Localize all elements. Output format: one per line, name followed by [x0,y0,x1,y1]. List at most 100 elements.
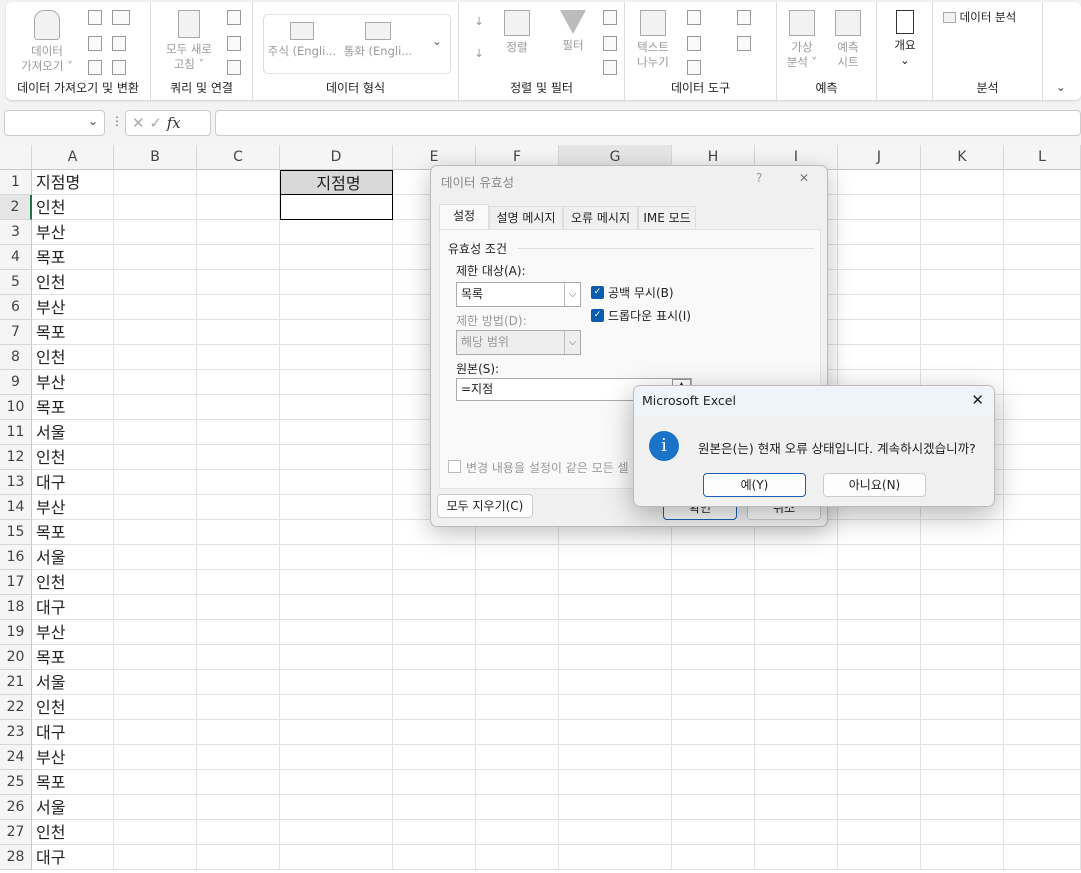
cell-D3[interactable] [280,220,393,245]
tab-settings[interactable]: 설정 [439,204,489,230]
cell-J18[interactable] [838,595,921,620]
cell-K26[interactable] [921,795,1004,820]
row-header-24[interactable]: 24 [0,745,32,770]
cell-F24[interactable] [476,745,559,770]
cell-J20[interactable] [838,645,921,670]
cell-L21[interactable] [1004,670,1081,695]
cell-B16[interactable] [114,545,197,570]
row-header-1[interactable]: 1 [0,170,32,195]
cell-J25[interactable] [838,770,921,795]
cell-C10[interactable] [197,395,280,420]
sort-asc-icon[interactable]: ↓ [469,14,489,29]
cell-J7[interactable] [838,320,921,345]
cell-B11[interactable] [114,420,197,445]
cell-C11[interactable] [197,420,280,445]
cell-I16[interactable] [755,545,838,570]
cell-K15[interactable] [921,520,1004,545]
cell-L6[interactable] [1004,295,1081,320]
cell-F19[interactable] [476,620,559,645]
cell-D11[interactable] [280,420,393,445]
row-header-21[interactable]: 21 [0,670,32,695]
cell-D1[interactable]: 지점명 [280,170,393,195]
sort-button[interactable]: 정렬 [499,10,535,55]
cell-L18[interactable] [1004,595,1081,620]
cell-L10[interactable] [1004,395,1081,420]
cell-C24[interactable] [197,745,280,770]
cell-B13[interactable] [114,470,197,495]
cell-A15[interactable]: 목포 [32,520,114,545]
flash-fill-icon[interactable] [687,10,701,25]
cell-H19[interactable] [672,620,755,645]
cell-L16[interactable] [1004,545,1081,570]
cell-G21[interactable] [559,670,672,695]
cell-K4[interactable] [921,245,1004,270]
cell-L23[interactable] [1004,720,1081,745]
cell-D6[interactable] [280,295,393,320]
cell-C12[interactable] [197,445,280,470]
cell-H21[interactable] [672,670,755,695]
cell-J27[interactable] [838,820,921,845]
cell-L27[interactable] [1004,820,1081,845]
cell-I23[interactable] [755,720,838,745]
sort-desc-icon[interactable]: ↓ [469,46,489,61]
allow-select[interactable]: 목록 ⌵ [456,282,581,307]
cell-C4[interactable] [197,245,280,270]
row-header-3[interactable]: 3 [0,220,32,245]
cell-D18[interactable] [280,595,393,620]
remove-duplicates-icon[interactable] [687,36,701,51]
cell-D13[interactable] [280,470,393,495]
cell-A12[interactable]: 인천 [32,445,114,470]
cell-A1[interactable]: 지점명 [32,170,114,195]
cell-J15[interactable] [838,520,921,545]
ignore-blank-checkbox[interactable]: ✓ [591,286,604,299]
cell-L3[interactable] [1004,220,1081,245]
cell-E20[interactable] [393,645,476,670]
cell-D10[interactable] [280,395,393,420]
cell-B26[interactable] [114,795,197,820]
cell-K18[interactable] [921,595,1004,620]
cell-E23[interactable] [393,720,476,745]
reapply-icon[interactable] [603,36,617,51]
apply-all-checkbox[interactable] [448,460,461,473]
cell-A25[interactable]: 목포 [32,770,114,795]
row-header-2[interactable]: 2 [0,195,32,220]
cell-D2[interactable] [280,195,393,220]
row-header-11[interactable]: 11 [0,420,32,445]
cell-H17[interactable] [672,570,755,595]
from-text-icon[interactable] [88,10,102,25]
properties-icon[interactable] [227,36,241,51]
cell-B24[interactable] [114,745,197,770]
cell-H22[interactable] [672,695,755,720]
row-header-12[interactable]: 12 [0,445,32,470]
cell-A26[interactable]: 서울 [32,795,114,820]
cell-B14[interactable] [114,495,197,520]
cell-B10[interactable] [114,395,197,420]
cell-D4[interactable] [280,245,393,270]
column-header-B[interactable]: B [114,145,197,170]
cell-E18[interactable] [393,595,476,620]
row-header-26[interactable]: 26 [0,795,32,820]
cell-A22[interactable]: 인천 [32,695,114,720]
cell-C26[interactable] [197,795,280,820]
name-box[interactable]: ⌄ [4,110,105,136]
collapse-ribbon-icon[interactable]: ⌄ [1056,80,1066,95]
cell-A4[interactable]: 목포 [32,245,114,270]
dropdown-checkbox[interactable]: ✓ [591,309,604,322]
chevron-down-icon[interactable]: ⌄ [88,114,98,128]
cell-J24[interactable] [838,745,921,770]
cell-D24[interactable] [280,745,393,770]
row-header-9[interactable]: 9 [0,370,32,395]
cell-A27[interactable]: 인천 [32,820,114,845]
cell-F26[interactable] [476,795,559,820]
cell-C2[interactable] [197,195,280,220]
cell-K16[interactable] [921,545,1004,570]
cell-K22[interactable] [921,695,1004,720]
cell-C19[interactable] [197,620,280,645]
cell-E21[interactable] [393,670,476,695]
column-header-K[interactable]: K [921,145,1004,170]
cell-A16[interactable]: 서울 [32,545,114,570]
cell-J19[interactable] [838,620,921,645]
row-header-18[interactable]: 18 [0,595,32,620]
cell-D27[interactable] [280,820,393,845]
cell-K7[interactable] [921,320,1004,345]
